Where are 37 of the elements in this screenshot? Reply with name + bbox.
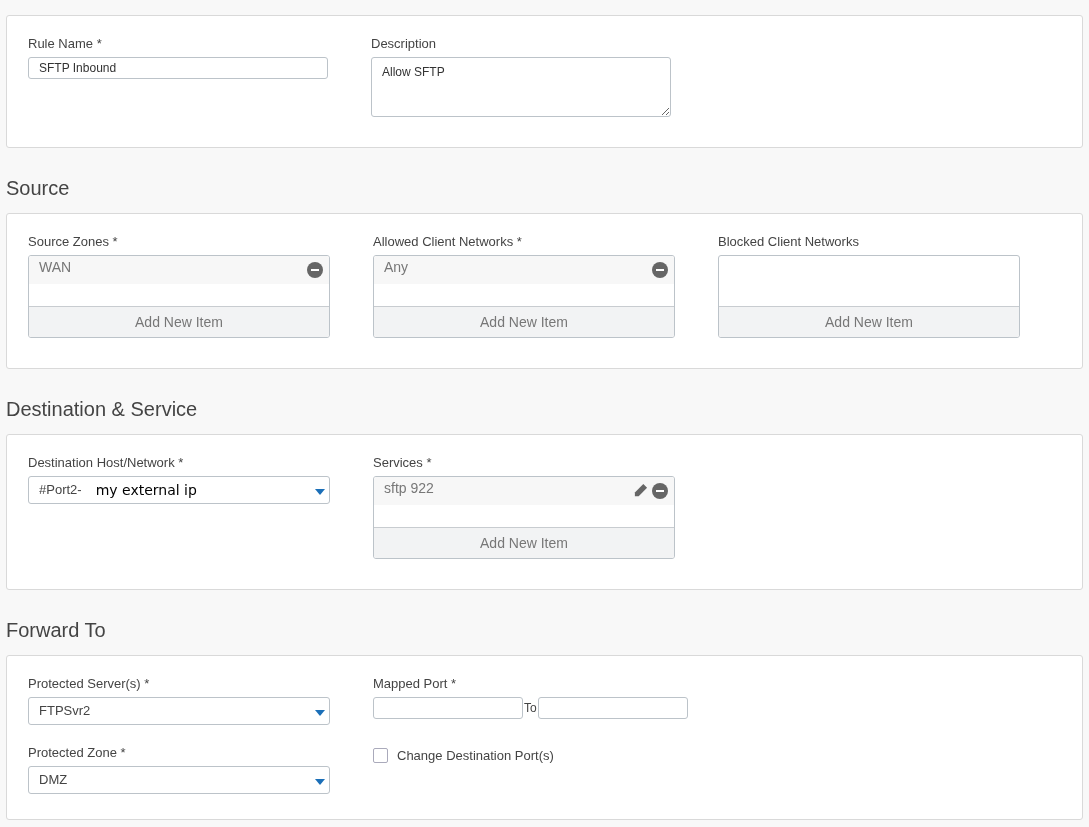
field-label: Protected Server(s) * bbox=[28, 676, 151, 692]
dropdown[interactable]: #Port2- my external ip bbox=[28, 476, 330, 504]
section-heading: Destination & Service bbox=[5, 397, 199, 422]
description-field[interactable]: Allow SFTP bbox=[371, 57, 671, 117]
add-item-button[interactable]: Add New Item bbox=[374, 306, 674, 337]
list-item[interactable]: sftp 922 bbox=[374, 477, 674, 505]
to-label: To bbox=[523, 700, 538, 717]
remove-icon[interactable] bbox=[652, 483, 668, 499]
field-label: Destination Host/Network * bbox=[28, 455, 185, 471]
caret-icon bbox=[315, 779, 325, 785]
field-label: Description bbox=[371, 36, 438, 52]
add-item-button[interactable]: Add New Item bbox=[374, 527, 674, 558]
field-label: Protected Zone * bbox=[28, 745, 127, 761]
dropdown[interactable]: FTPSvr2 bbox=[28, 697, 330, 725]
checkbox[interactable] bbox=[373, 748, 388, 764]
port-field[interactable] bbox=[537, 697, 688, 719]
field-label: Services * bbox=[373, 455, 433, 471]
rule-name-field[interactable]: SFTP Inbound bbox=[28, 57, 328, 79]
remove-icon[interactable] bbox=[307, 262, 323, 278]
section-heading: Source bbox=[5, 176, 71, 201]
caret-icon bbox=[315, 710, 325, 716]
add-item-button[interactable]: Add New Item bbox=[29, 306, 329, 337]
field-label: Allowed Client Networks * bbox=[373, 234, 523, 250]
remove-icon[interactable] bbox=[652, 262, 668, 278]
section-heading: Forward To bbox=[5, 618, 107, 643]
add-item-button[interactable]: Add New Item bbox=[719, 306, 1019, 337]
port-field[interactable] bbox=[373, 697, 523, 719]
field-label: Rule Name * bbox=[28, 36, 103, 52]
field-label: Blocked Client Networks bbox=[718, 234, 860, 250]
list-item[interactable]: WAN bbox=[29, 256, 329, 284]
pencil-icon[interactable] bbox=[633, 483, 648, 498]
dropdown[interactable]: DMZ bbox=[28, 766, 330, 794]
list-item[interactable]: Any bbox=[374, 256, 674, 284]
field-label: Mapped Port * bbox=[373, 676, 458, 692]
field-label: Source Zones * bbox=[28, 234, 119, 250]
checkbox-label: Change Destination Port(s) bbox=[397, 747, 554, 765]
caret-icon bbox=[315, 489, 325, 495]
